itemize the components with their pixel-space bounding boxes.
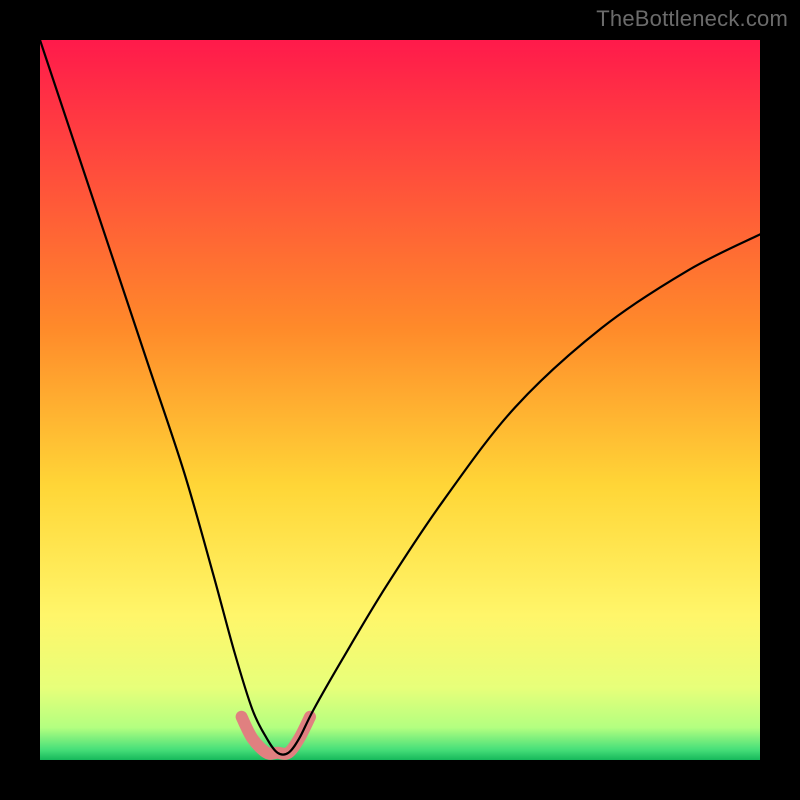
gradient-background — [40, 40, 760, 760]
plot-svg — [40, 40, 760, 760]
plot-area — [40, 40, 760, 760]
watermark-text: TheBottleneck.com — [596, 6, 788, 32]
chart-frame: TheBottleneck.com — [0, 0, 800, 800]
